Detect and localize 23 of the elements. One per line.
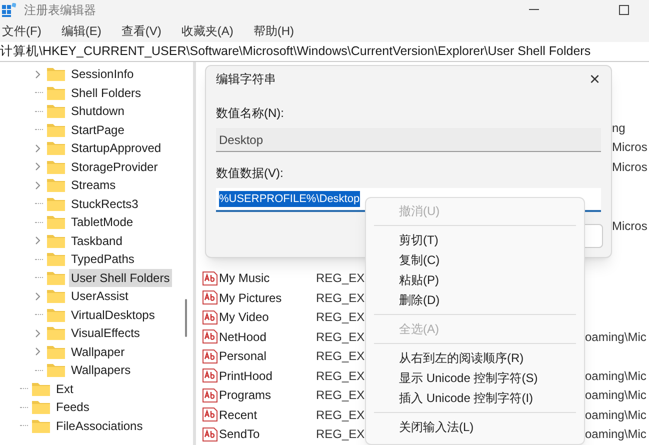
value-data: oaming\Mic xyxy=(585,328,646,346)
value-data: Micros xyxy=(612,139,648,156)
value-data: oaming\Mic xyxy=(585,406,646,424)
value-type: REG_EX xyxy=(316,310,365,324)
window-title: 注册表编辑器 xyxy=(24,2,96,19)
value-type: REG_EX xyxy=(316,408,365,422)
value-type: REG_EX xyxy=(316,290,365,305)
value-type: REG_EX xyxy=(316,349,365,364)
value-data: oaming\Mic xyxy=(585,387,646,404)
value-type: REG_EX xyxy=(316,368,365,383)
value-type: REG_EX xyxy=(316,271,365,286)
value-data: ng xyxy=(612,120,626,137)
value-data: Micros xyxy=(612,158,648,176)
value-type: REG_EX xyxy=(316,388,365,402)
value-data: Micros xyxy=(612,218,648,235)
value-type: REG_EX xyxy=(316,330,365,344)
value-data: oaming\Mic xyxy=(585,426,646,444)
value-type: REG_EX xyxy=(316,427,365,442)
dialog-title: 编辑字符串 xyxy=(216,71,277,88)
value-data: oaming\Mic xyxy=(585,368,646,385)
field-label: 数值名称(N): xyxy=(215,105,285,122)
field-label: 数值数据(V): xyxy=(215,165,284,182)
selected-text: %USERPROFILE%\Desktop xyxy=(219,190,360,208)
